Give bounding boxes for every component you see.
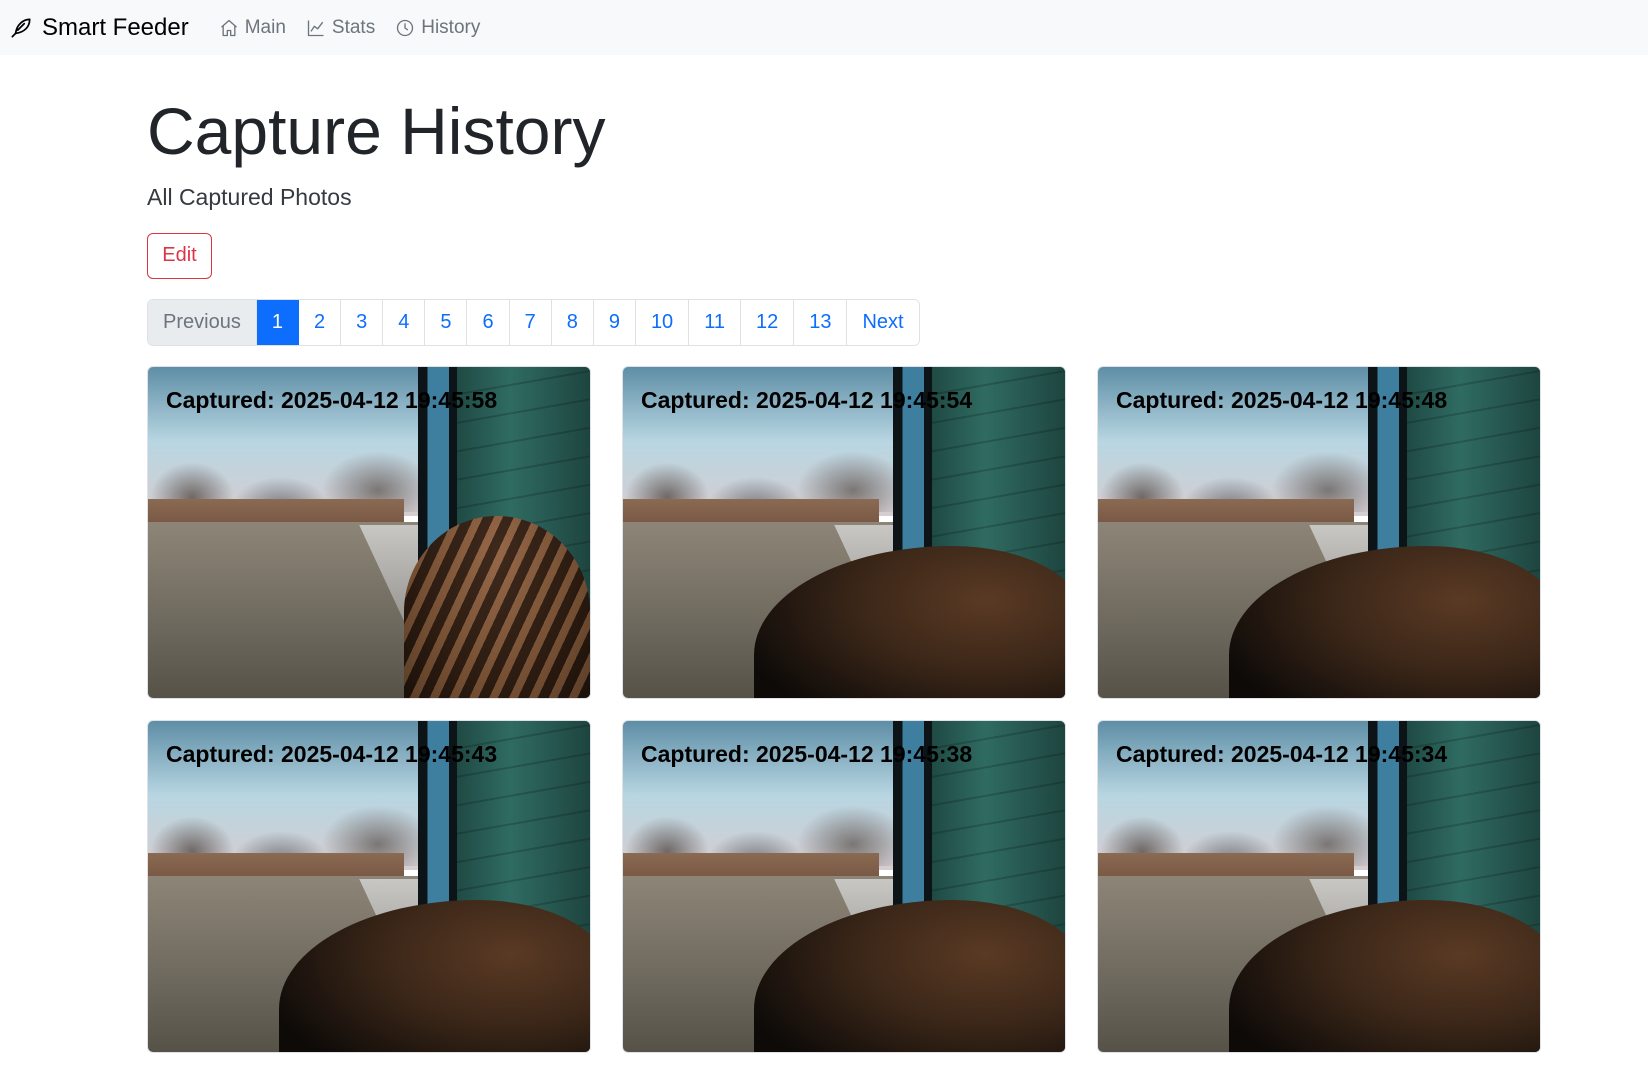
page-button-5[interactable]: 5 [425, 299, 468, 345]
page-button-3[interactable]: 3 [341, 299, 384, 345]
capture-photo [623, 720, 1065, 1052]
photo-card[interactable]: Captured: 2025-04-12 19:45:34 [1097, 719, 1541, 1053]
page-button-6[interactable]: 6 [467, 299, 510, 345]
edit-button[interactable]: Edit [147, 232, 212, 279]
photo-card[interactable]: Captured: 2025-04-12 19:45:38 [622, 719, 1066, 1053]
capture-caption: Captured: 2025-04-12 19:45:38 [641, 740, 973, 767]
page-subtitle: All Captured Photos [147, 183, 352, 210]
photo-card[interactable]: Captured: 2025-04-12 19:45:54 [622, 365, 1066, 699]
photo-card[interactable]: Captured: 2025-04-12 19:45:48 [1097, 365, 1541, 699]
page-button-11[interactable]: 11 [689, 299, 741, 345]
photo-card[interactable]: Captured: 2025-04-12 19:45:58 [147, 365, 591, 699]
next-page-button[interactable]: Next [847, 299, 919, 345]
page-button-13[interactable]: 13 [794, 299, 848, 345]
nav-link-label: Stats [331, 16, 376, 38]
brand-name: Smart Feeder [42, 13, 189, 41]
main-container: Capture History All Captured Photos Edit… [147, 55, 1541, 1053]
page-button-1[interactable]: 1 [256, 299, 299, 345]
page-button-8[interactable]: 8 [551, 299, 594, 345]
page-button-2[interactable]: 2 [298, 299, 342, 345]
capture-caption: Captured: 2025-04-12 19:45:54 [641, 386, 973, 413]
page-button-10[interactable]: 10 [635, 299, 690, 345]
nav-link-main[interactable]: Main [219, 17, 286, 39]
pagination: Previous 1 2 3 4 5 6 7 8 9 10 11 12 13 N… [147, 298, 920, 346]
page-button-7[interactable]: 7 [509, 299, 552, 345]
photo-grid: Captured: 2025-04-12 19:45:58 Captured: … [147, 365, 1541, 1053]
page-title: Capture History [147, 94, 606, 168]
nav-link-label: History [421, 16, 481, 38]
photo-card[interactable]: Captured: 2025-04-12 19:45:43 [147, 719, 591, 1053]
house-icon [220, 19, 237, 36]
brand-link[interactable]: Smart Feeder [8, 14, 189, 42]
navbar: Smart Feeder Main Stats History [0, 0, 1648, 55]
graph-icon [307, 20, 324, 36]
capture-caption: Captured: 2025-04-12 19:45:34 [1116, 740, 1448, 767]
capture-photo [1098, 366, 1540, 698]
capture-photo [623, 366, 1065, 698]
page-button-9[interactable]: 9 [593, 299, 636, 345]
clock-icon [397, 19, 414, 36]
nav-link-stats[interactable]: Stats [306, 17, 375, 39]
page-button-4[interactable]: 4 [383, 299, 426, 345]
capture-caption: Captured: 2025-04-12 19:45:43 [166, 740, 498, 767]
capture-photo [1098, 720, 1540, 1052]
feather-icon [11, 17, 31, 38]
nav-link-label: Main [244, 16, 286, 38]
nav-link-history[interactable]: History [395, 17, 480, 39]
capture-photo [148, 366, 590, 698]
capture-caption: Captured: 2025-04-12 19:45:58 [166, 386, 498, 413]
previous-page-button[interactable]: Previous [148, 299, 257, 345]
page-button-12[interactable]: 12 [740, 299, 795, 345]
capture-photo [148, 720, 590, 1052]
capture-caption: Captured: 2025-04-12 19:45:48 [1116, 386, 1448, 413]
